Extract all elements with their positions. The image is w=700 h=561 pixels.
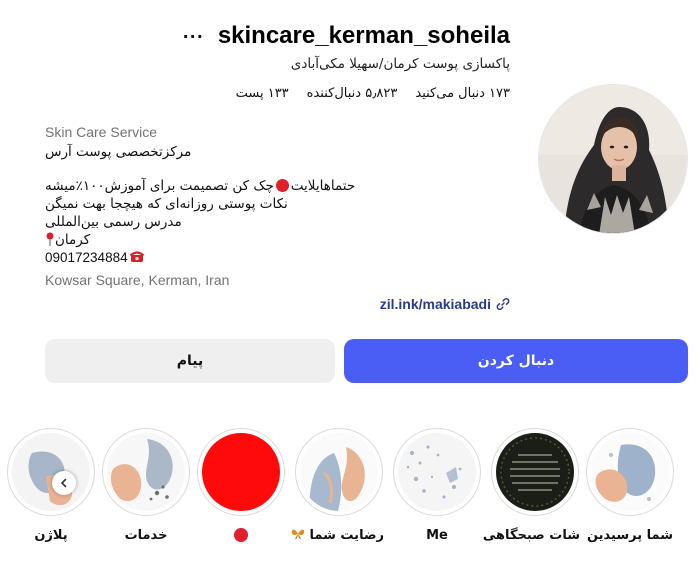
highlight-ring (491, 428, 579, 516)
abstract-cover-icon (591, 433, 669, 511)
highlight-item[interactable]: پلاژن (6, 428, 96, 543)
highlight-item[interactable]: خدمات (101, 428, 191, 543)
highlight-ring (393, 428, 481, 516)
profile-stats: ۱۳۳ پست ۵٫۸۲۳ دنبال‌کننده ۱۷۳ دنبال می‌ک… (236, 86, 510, 101)
avatar-image (539, 85, 687, 233)
telephone-icon (129, 251, 144, 262)
profile-address[interactable]: Kowsar Square, Kerman, Iran (45, 271, 465, 289)
bio-line-phone: 09017234884 (45, 249, 465, 267)
bio-line-5: کرمان (45, 231, 465, 249)
highlight-ring (586, 428, 674, 516)
highlight-ring (102, 428, 190, 516)
username-row: ··· skincare_kerman_soheila (183, 22, 510, 50)
highlight-ring (197, 428, 285, 516)
bio-line-2: حتماهایلایت چک کن تصمیمت برای آموزش۱۰۰٪می… (45, 177, 465, 195)
profile-link-text: zil.ink/makiabadi (379, 296, 491, 312)
bio-line-1: مرکزتخصصی پوست آرس (45, 144, 192, 160)
story-highlights: شما پرسیدین شات صبحگاهی Me رضایت شما خدم… (0, 418, 700, 558)
link-icon (496, 298, 510, 310)
highlight-item[interactable]: رضایت شما (291, 428, 384, 543)
speckle-cover-icon (398, 433, 476, 511)
following-count[interactable]: ۱۷۳ دنبال می‌کنید (415, 86, 510, 101)
highlight-cover (300, 433, 378, 511)
highlight-item[interactable]: شما پرسیدین (585, 428, 675, 543)
profile-avatar[interactable] (538, 84, 688, 234)
abstract-cover-icon (12, 433, 90, 511)
highlight-label: شما پرسیدین (586, 528, 674, 543)
posts-count: ۱۳۳ پست (235, 86, 289, 101)
profile-username: skincare_kerman_soheila (217, 22, 510, 49)
highlight-cover (496, 433, 574, 511)
profile-bio: Skin Care Service مرکزتخصصی پوست آرس حتم… (45, 123, 465, 289)
abstract-cover-icon (107, 433, 185, 511)
highlight-label: شات صبحگاهی (482, 528, 580, 543)
highlight-item[interactable] (196, 428, 286, 543)
red-circle-icon (275, 179, 289, 192)
profile-fullname: پاکسازی پوست کرمان/سهیلا مکی‌آبادی (290, 56, 510, 72)
followers-count[interactable]: ۵٫۸۲۳ دنبال‌کننده (307, 86, 398, 101)
highlight-label: Me (426, 528, 448, 543)
more-options-icon[interactable]: ··· (183, 27, 204, 46)
red-circle-icon (234, 528, 248, 542)
chevron-left-icon (60, 478, 67, 488)
highlight-ring (295, 428, 383, 516)
phone-number: 09017234884 (45, 250, 128, 265)
scroll-left-button[interactable] (52, 471, 76, 495)
bio-line-3: نکات پوستی روزانه‌ای که هیچجا بهت نمیگن (45, 196, 288, 212)
butterfly-icon (291, 529, 305, 540)
abstract-cover-icon (300, 433, 378, 511)
bio-gap (45, 161, 465, 177)
profile-category: Skin Care Service (45, 124, 158, 140)
bio-line-2-end: چک کن تصمیمت برای آموزش۱۰۰٪میشه (45, 178, 274, 194)
highlight-label (196, 528, 286, 543)
highlight-item[interactable]: شات صبحگاهی (482, 428, 580, 543)
bio-line-2-start: حتماهایلایت (290, 178, 356, 194)
highlight-item[interactable]: Me (392, 428, 482, 543)
profile-link[interactable]: zil.ink/makiabadi (380, 296, 510, 312)
highlight-cover (107, 433, 185, 511)
pushpin-icon (46, 232, 54, 246)
bio-location: کرمان (55, 232, 91, 248)
dark-text-cover-icon (496, 433, 574, 511)
highlight-cover (202, 433, 280, 511)
highlight-ring (7, 428, 95, 516)
bio-line-4: مدرس رسمی بین‌المللی (45, 214, 182, 230)
highlight-label: خدمات (124, 528, 168, 543)
highlight-cover (12, 433, 90, 511)
highlight-label: پلاژن (34, 528, 68, 543)
follow-button[interactable]: دنبال کردن (344, 339, 688, 383)
message-button[interactable]: پیام (45, 339, 335, 383)
highlight-label: رضایت شما (291, 528, 384, 543)
highlight-cover (591, 433, 669, 511)
highlight-label-text: رضایت شما (309, 528, 384, 543)
highlight-cover (398, 433, 476, 511)
